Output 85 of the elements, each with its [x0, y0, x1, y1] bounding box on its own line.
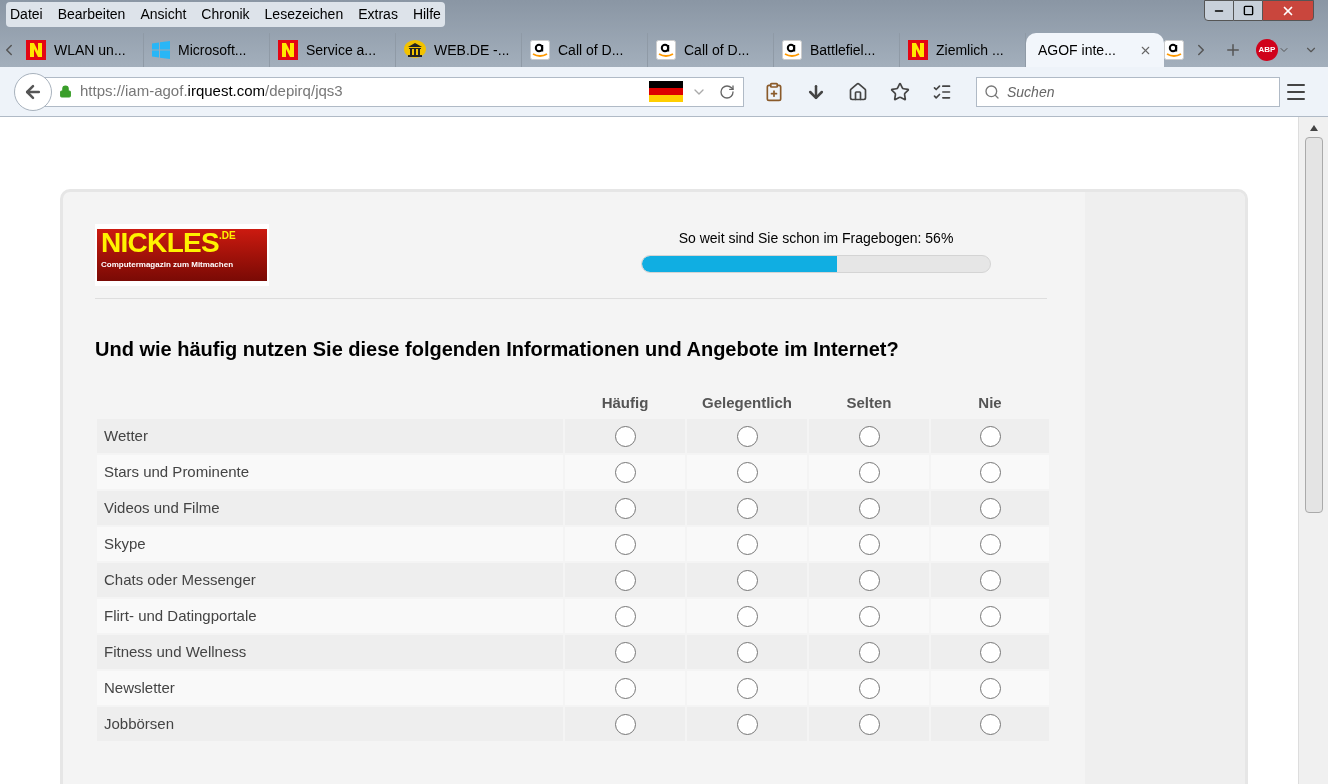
- row-label: Videos und Filme: [97, 491, 563, 525]
- column-header: Häufig: [600, 393, 650, 413]
- radio-button[interactable]: [614, 461, 636, 483]
- radio-button[interactable]: [736, 497, 758, 519]
- menu-item[interactable]: Lesezeichen: [264, 4, 344, 25]
- minimize-button[interactable]: [1204, 0, 1234, 21]
- question-text: Und wie häufig nutzen Sie diese folgenden Informationen und Angebote im Internet?: [95, 337, 900, 361]
- building-logo-icon: [404, 40, 426, 60]
- radio-button[interactable]: [736, 605, 758, 627]
- radio-button[interactable]: [736, 641, 758, 663]
- radio-button[interactable]: [979, 641, 1001, 663]
- radio-button[interactable]: [979, 461, 1001, 483]
- scrollbar-thumb[interactable]: [1304, 137, 1323, 513]
- radio-button[interactable]: [979, 497, 1001, 519]
- back-button[interactable]: [14, 72, 52, 111]
- menu-item[interactable]: Hilfe: [412, 4, 441, 25]
- radio-button[interactable]: [858, 569, 880, 591]
- amazon-logo-icon: [782, 40, 802, 60]
- radio-button[interactable]: [979, 533, 1001, 555]
- column-header: Gelegentlich: [701, 393, 793, 413]
- scroll-up-arrow-icon[interactable]: [1309, 125, 1318, 131]
- row-label: Chats oder Messenger: [97, 563, 563, 597]
- radio-button[interactable]: [614, 605, 636, 627]
- menu-item[interactable]: Bearbeiten: [57, 4, 126, 25]
- radio-button[interactable]: [736, 713, 758, 735]
- menu-item[interactable]: Extras: [358, 4, 398, 25]
- column-header: Nie: [977, 393, 1003, 413]
- radio-button[interactable]: [858, 713, 880, 735]
- row-label: Skype: [97, 527, 563, 561]
- radio-button[interactable]: [614, 425, 636, 447]
- row-label: Jobbörsen: [97, 707, 563, 741]
- radio-button[interactable]: [979, 605, 1001, 627]
- radio-button[interactable]: [979, 569, 1001, 591]
- radio-button[interactable]: [858, 425, 880, 447]
- lock-icon: [59, 85, 72, 98]
- radio-button[interactable]: [614, 497, 636, 519]
- amazon-logo-icon: [1164, 40, 1184, 60]
- clipboard-icon[interactable]: [764, 81, 784, 102]
- n-logo-icon: [908, 40, 928, 60]
- row-label: Flirt- und Datingportale: [97, 599, 563, 633]
- menu-item[interactable]: Ansicht: [140, 4, 187, 25]
- radio-button[interactable]: [736, 569, 758, 591]
- bookmark-star-icon[interactable]: [890, 81, 910, 102]
- new-tab-icon[interactable]: [1224, 41, 1242, 59]
- column-header: Selten: [845, 393, 893, 413]
- radio-button[interactable]: [736, 425, 758, 447]
- radio-button[interactable]: [614, 677, 636, 699]
- radio-button[interactable]: [979, 677, 1001, 699]
- reload-icon[interactable]: [719, 83, 735, 100]
- radio-button[interactable]: [858, 461, 880, 483]
- radio-button[interactable]: [979, 425, 1001, 447]
- maximize-icon: [1242, 5, 1254, 16]
- radio-button[interactable]: [614, 569, 636, 591]
- menu-item[interactable]: Datei: [10, 4, 43, 25]
- amazon-logo-icon: [530, 40, 550, 60]
- radio-button[interactable]: [858, 641, 880, 663]
- row-label: Newsletter: [97, 671, 563, 705]
- n-logo-icon: [278, 40, 298, 60]
- row-label: Stars und Prominente: [97, 455, 563, 489]
- progress-label: So weit sind Sie schon im Fragebogen: 56%: [678, 229, 954, 248]
- radio-button[interactable]: [736, 533, 758, 555]
- row-label: Fitness und Wellness: [97, 635, 563, 669]
- radio-button[interactable]: [979, 713, 1001, 735]
- radio-button[interactable]: [736, 677, 758, 699]
- windows-logo-icon: [152, 41, 170, 59]
- url-text: https://iam-agof.irquest.com/depirq/jqs3: [80, 81, 343, 102]
- n-logo-icon: [26, 40, 46, 60]
- search-field[interactable]: Suchen: [976, 76, 1280, 107]
- amazon-logo-icon: [656, 40, 676, 60]
- menu-item[interactable]: Chronik: [201, 4, 250, 25]
- radio-button[interactable]: [614, 641, 636, 663]
- search-icon: [984, 83, 1000, 100]
- browser-tab[interactable]: AGOF inte...: [1026, 33, 1164, 67]
- radio-button[interactable]: [614, 713, 636, 735]
- radio-button[interactable]: [858, 677, 880, 699]
- close-button[interactable]: [1262, 0, 1314, 21]
- radio-button[interactable]: [736, 461, 758, 483]
- radio-button[interactable]: [858, 605, 880, 627]
- radio-button[interactable]: [858, 497, 880, 519]
- radio-button[interactable]: [858, 533, 880, 555]
- row-label: Wetter: [97, 419, 563, 453]
- radio-button[interactable]: [614, 533, 636, 555]
- germany-flag-icon: [649, 80, 683, 103]
- home-icon[interactable]: [848, 81, 868, 102]
- maximize-button[interactable]: [1234, 0, 1262, 21]
